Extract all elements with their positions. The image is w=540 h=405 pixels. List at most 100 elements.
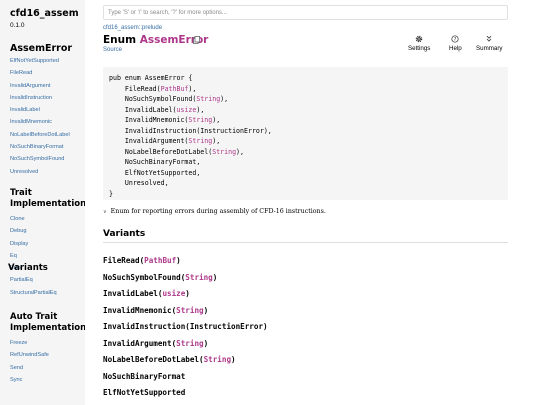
sidebar-auto-trait-impls-list: Freeze RefUnwindSafe Send Sync bbox=[10, 337, 85, 386]
variant-item[interactable]: NoLabelBeforeDotLabel(String) bbox=[103, 352, 268, 369]
sidebar-trait-impls-heading[interactable]: Trait Implementations bbox=[10, 188, 85, 210]
sidebar-variant-nosuchbinaryformat[interactable]: NoSuchBinaryFormat bbox=[10, 141, 85, 153]
settings-label: Settings bbox=[408, 45, 431, 52]
code-text: InvalidLabel( bbox=[109, 105, 177, 114]
sidebar-variant-unresolved[interactable]: Unresolved bbox=[10, 166, 85, 178]
variant-text: ) bbox=[185, 289, 190, 298]
sidebar-trait-structuralpartialeq[interactable]: StructuralPartialEq bbox=[10, 287, 85, 299]
code-type-link[interactable]: String bbox=[188, 137, 212, 145]
breadcrumb-module-link[interactable]: prelude bbox=[142, 25, 162, 31]
code-type-link[interactable]: usize bbox=[177, 106, 197, 114]
variant-item[interactable]: Unresolved bbox=[103, 402, 268, 405]
source-link[interactable]: Source bbox=[103, 47, 122, 53]
variant-name: InvalidLabel( bbox=[103, 289, 163, 298]
sidebar-variant-invalidargument[interactable]: InvalidArgument bbox=[10, 80, 85, 92]
sidebar-trait-partialeq[interactable]: PartialEq bbox=[10, 274, 85, 286]
code-text: ), bbox=[220, 95, 229, 104]
variant-text: ) bbox=[231, 355, 236, 364]
variant-name: ElfNotYetSupported bbox=[103, 388, 186, 397]
breadcrumb: cfd16_assem::prelude bbox=[103, 25, 162, 31]
code-text: Unresolved, bbox=[109, 179, 169, 188]
sidebar-auto-trait-refunwindsafe[interactable]: RefUnwindSafe bbox=[10, 349, 85, 361]
code-type-link[interactable]: String bbox=[212, 148, 236, 156]
code-text: ), bbox=[188, 84, 197, 93]
sidebar-variants-list: ElfNotYetSupported FileRead InvalidArgumen… bbox=[10, 55, 85, 178]
sidebar-auto-trait-impls-heading[interactable]: Auto Trait Implementations bbox=[10, 312, 85, 334]
variant-name: NoLabelBeforeDotLabel( bbox=[103, 355, 204, 364]
sidebar-auto-trait-sync[interactable]: Sync bbox=[10, 374, 85, 386]
sidebar-variant-nolabelbeforedotlabel[interactable]: NoLabelBeforeDotLabel bbox=[10, 129, 85, 141]
docblock-toggle[interactable]: ∨ Enum for reporting errors during assemb… bbox=[103, 208, 326, 215]
code-text: InvalidInstruction(InstructionError), bbox=[109, 126, 272, 135]
sidebar-trait-impls-list: Clone Debug Display Eq Error PartialEq Structu… bbox=[10, 213, 85, 299]
variant-item[interactable]: InvalidInstruction(InstructionError) bbox=[103, 319, 268, 336]
sidebar-trait-eq[interactable]: Eq bbox=[10, 250, 85, 262]
crate-version: 0.1.0 bbox=[10, 22, 25, 29]
item-description: Enum for reporting errors during assembl… bbox=[110, 208, 326, 215]
variant-text: ) bbox=[176, 256, 181, 265]
variant-text: ) bbox=[203, 305, 209, 315]
variant-type-link[interactable]: String bbox=[185, 273, 212, 282]
code-text: InvalidMnemonic( bbox=[109, 116, 189, 125]
variant-name: NoSuchBinaryFormat bbox=[103, 371, 186, 381]
variant-item[interactable]: FileRead(PathBuf) bbox=[103, 253, 268, 270]
variant-type-link[interactable]: String bbox=[204, 355, 231, 364]
sidebar-auto-trait-freeze[interactable]: Freeze bbox=[10, 337, 85, 349]
collapse-chevrons-icon bbox=[486, 35, 492, 42]
sidebar-auto-trait-send[interactable]: Send bbox=[10, 362, 85, 374]
code-type-link[interactable]: String bbox=[188, 116, 212, 124]
item-kind: Enum bbox=[103, 34, 137, 46]
variants-list: FileRead(PathBuf) NoSuchSymbolFound(Strin… bbox=[103, 253, 268, 405]
copy-path-icon[interactable] bbox=[193, 36, 200, 44]
help-button[interactable]: ? Help bbox=[449, 35, 462, 52]
code-line: pub enum AssemError { bbox=[109, 74, 193, 82]
variant-item[interactable]: InvalidArgument(String) bbox=[103, 336, 268, 353]
summary-button[interactable]: Summary bbox=[476, 35, 502, 52]
variant-name: InvalidArgument( bbox=[103, 338, 177, 348]
variant-type-link[interactable]: String bbox=[176, 339, 203, 348]
sidebar-variant-invalidlabel[interactable]: InvalidLabel bbox=[10, 104, 85, 116]
variant-item[interactable]: NoSuchSymbolFound(String) bbox=[103, 270, 268, 287]
crate-name[interactable]: cfd16_assem bbox=[10, 8, 85, 20]
variant-type-link[interactable]: usize bbox=[162, 289, 185, 298]
variant-text: ) bbox=[203, 338, 209, 348]
code-text: FileRead( bbox=[109, 84, 161, 93]
code-line: } bbox=[109, 190, 113, 199]
code-type-link[interactable]: PathBuf bbox=[161, 85, 189, 93]
settings-button[interactable]: Settings bbox=[408, 35, 430, 52]
summary-label: Summary bbox=[476, 45, 503, 52]
code-text: ), bbox=[212, 116, 221, 125]
code-text: ), bbox=[236, 147, 244, 156]
sidebar-variants-heading[interactable]: Variants bbox=[8, 263, 48, 274]
sidebar-item-title[interactable]: AssemError bbox=[10, 43, 85, 55]
breadcrumb-crate-link[interactable]: cfd16_assem bbox=[103, 25, 139, 31]
variant-item[interactable]: InvalidLabel(usize) bbox=[103, 286, 268, 303]
help-icon: ? bbox=[451, 35, 459, 43]
gear-icon bbox=[415, 35, 423, 43]
variant-item[interactable]: NoSuchBinaryFormat bbox=[103, 369, 268, 386]
code-text: ), bbox=[196, 105, 205, 114]
variant-name: InvalidMnemonic( bbox=[103, 305, 177, 315]
sidebar: cfd16_assem 0.1.0 AssemError Variants El… bbox=[0, 0, 85, 405]
code-text: NoSuchBinaryFormat, bbox=[109, 158, 201, 167]
variant-type-link[interactable]: PathBuf bbox=[144, 256, 176, 265]
variant-name: FileRead( bbox=[103, 256, 145, 265]
chevron-down-icon: ∨ bbox=[103, 209, 107, 215]
sidebar-variant-nosuchsymbolfound[interactable]: NoSuchSymbolFound bbox=[10, 153, 85, 165]
variants-section-heading[interactable]: Variants bbox=[103, 229, 508, 243]
enum-declaration-code: pub enum AssemError { FileRead(PathBuf),… bbox=[103, 67, 508, 200]
sidebar-trait-display[interactable]: Display bbox=[10, 238, 85, 250]
sidebar-variant-fileread[interactable]: FileRead bbox=[10, 67, 85, 79]
code-type-link[interactable]: String bbox=[196, 95, 220, 103]
sidebar-variant-invalidmnemonic[interactable]: InvalidMnemonic bbox=[10, 116, 85, 128]
search-input[interactable]: Type 'S' or '/' to search, '?' for more … bbox=[103, 5, 508, 20]
sidebar-variant-elfnotyetsupported[interactable]: ElfNotYetSupported bbox=[10, 55, 85, 67]
sidebar-variant-invalidinstruction[interactable]: InvalidInstruction bbox=[10, 92, 85, 104]
sidebar-trait-clone[interactable]: Clone bbox=[10, 213, 85, 225]
sidebar-trait-debug[interactable]: Debug bbox=[10, 225, 85, 237]
variant-item[interactable]: ElfNotYetSupported bbox=[103, 385, 268, 402]
variant-type-link[interactable]: String bbox=[176, 306, 203, 315]
variant-item[interactable]: InvalidMnemonic(String) bbox=[103, 303, 268, 320]
code-text: NoSuchSymbolFound( bbox=[109, 95, 197, 104]
code-text: InvalidArgument( bbox=[109, 137, 189, 146]
